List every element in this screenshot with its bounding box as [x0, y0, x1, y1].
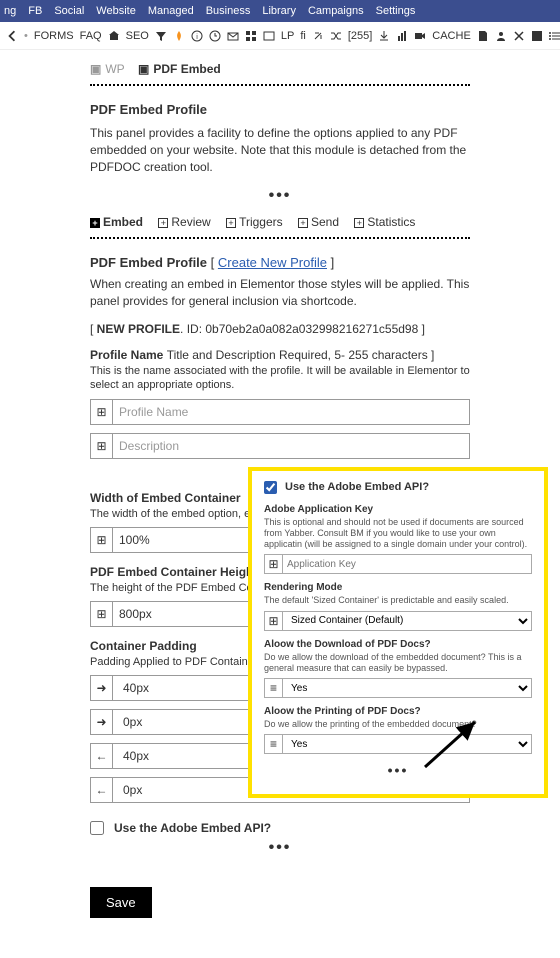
- expand-icon[interactable]: [90, 399, 112, 425]
- grid-icon[interactable]: [245, 30, 257, 42]
- overlay-render-help: The default 'Sized Container' is predict…: [264, 595, 532, 606]
- nav-item[interactable]: Social: [54, 5, 84, 17]
- tab-send[interactable]: +Send: [298, 215, 339, 229]
- nav-item[interactable]: FB: [28, 5, 42, 17]
- window-icon[interactable]: [263, 30, 275, 42]
- user-icon[interactable]: [495, 30, 507, 42]
- ellipsis-icon[interactable]: •••: [90, 839, 470, 857]
- clock-icon[interactable]: [209, 30, 221, 42]
- tab-statistics[interactable]: +Statistics: [354, 215, 415, 229]
- nav-item[interactable]: Website: [96, 5, 136, 17]
- close-icon[interactable]: [513, 30, 525, 42]
- info-icon[interactable]: i: [191, 30, 203, 42]
- nav-item[interactable]: Campaigns: [308, 5, 364, 17]
- toolbar: • FORMS FAQ SEO i LP fi [255] CACHE: [0, 22, 560, 50]
- tab-triggers[interactable]: +Triggers: [226, 215, 283, 229]
- list-icon[interactable]: [264, 678, 282, 698]
- bank-icon[interactable]: [108, 30, 120, 42]
- api-label: Use the Adobe Embed API?: [114, 821, 271, 835]
- section-desc: This panel provides a facility to define…: [90, 125, 470, 175]
- toolbar-cache[interactable]: CACHE: [432, 30, 471, 42]
- expand-icon[interactable]: [264, 611, 282, 631]
- arrow-right-icon[interactable]: ➜: [90, 675, 112, 701]
- save-button[interactable]: Save: [90, 887, 152, 918]
- nav-item[interactable]: Managed: [148, 5, 194, 17]
- expand-icon[interactable]: [90, 601, 112, 627]
- field-label-name: Profile Name Title and Description Requi…: [90, 348, 470, 362]
- breadcrumb: ▣WP ▣PDF Embed: [90, 62, 470, 76]
- overlay-print-help: Do we allow the printing of the embedded…: [264, 719, 532, 730]
- api-checkbox[interactable]: [90, 821, 104, 835]
- link-icon[interactable]: [312, 30, 324, 42]
- video-icon[interactable]: [414, 30, 426, 42]
- breadcrumb-pdf[interactable]: PDF Embed: [153, 62, 220, 76]
- page-icon[interactable]: [477, 30, 489, 42]
- arrow-left-icon[interactable]: ←: [90, 743, 112, 769]
- expand-icon[interactable]: [90, 527, 112, 553]
- toolbar-seo[interactable]: SEO: [126, 30, 149, 42]
- breadcrumb-wp[interactable]: WP: [105, 62, 124, 76]
- divider: [90, 84, 470, 86]
- tools-icon[interactable]: [531, 30, 543, 42]
- chart-icon[interactable]: [396, 30, 408, 42]
- expand-icon[interactable]: [90, 433, 112, 459]
- ellipsis-icon[interactable]: •••: [90, 187, 470, 205]
- description-input[interactable]: [112, 433, 470, 459]
- annotation-arrow: [420, 707, 490, 780]
- toolbar-faq[interactable]: FAQ: [80, 30, 102, 42]
- ellipsis-icon[interactable]: •••: [264, 762, 532, 778]
- create-profile-link[interactable]: Create New Profile: [218, 255, 327, 270]
- download-icon[interactable]: [378, 30, 390, 42]
- list-icon[interactable]: [549, 30, 560, 42]
- toolbar-fi[interactable]: fi: [300, 30, 306, 42]
- profile-id-line: [ NEW PROFILE. ID: 0b70eb2a0a082a0329982…: [90, 322, 470, 336]
- mail-icon[interactable]: [227, 30, 239, 42]
- arrow-left-icon[interactable]: ←: [90, 777, 112, 803]
- nav-item[interactable]: ng: [4, 5, 16, 17]
- toolbar-lp[interactable]: LP: [281, 30, 294, 42]
- flame-icon[interactable]: [173, 30, 185, 42]
- overlay-render-label: Rendering Mode: [264, 582, 532, 593]
- tab-review[interactable]: +Review: [158, 215, 210, 229]
- toolbar-forms[interactable]: FORMS: [34, 30, 74, 42]
- filter-icon[interactable]: [155, 30, 167, 42]
- arrow-right-icon[interactable]: ➜: [90, 709, 112, 735]
- field-help-name: This is the name associated with the pro…: [90, 364, 470, 393]
- back-icon[interactable]: [6, 30, 18, 42]
- overlay-render-select[interactable]: Sized Container (Default): [282, 611, 532, 631]
- profile-intro: When creating an embed in Elementor thos…: [90, 276, 470, 310]
- toolbar-sep: •: [24, 30, 28, 42]
- nav-item[interactable]: Business: [206, 5, 251, 17]
- overlay-print-label: Aloow the Printing of PDF Docs?: [264, 706, 532, 717]
- toolbar-count: [255]: [348, 30, 372, 42]
- nav-item[interactable]: Library: [262, 5, 296, 17]
- overlay-download-label: Aloow the Download of PDF Docs?: [264, 639, 532, 650]
- list-icon[interactable]: [264, 734, 282, 754]
- profile-name-input[interactable]: [112, 399, 470, 425]
- section-title: PDF Embed Profile: [90, 102, 470, 117]
- svg-text:i: i: [196, 34, 198, 41]
- overlay-download-help: Do we allow the download of the embedded…: [264, 652, 532, 675]
- tab-embed[interactable]: +Embed: [90, 215, 143, 229]
- shuffle-icon[interactable]: [330, 30, 342, 42]
- overlay-api-checkbox[interactable]: [264, 481, 277, 494]
- profile-heading: PDF Embed Profile [ Create New Profile ]: [90, 255, 470, 270]
- top-nav: ng FB Social Website Managed Business Li…: [0, 0, 560, 22]
- adobe-api-overlay: Use the Adobe Embed API? Adobe Applicati…: [248, 467, 548, 799]
- expand-icon[interactable]: [264, 554, 282, 574]
- overlay-appkey-help: This is optional and should not be used …: [264, 517, 532, 551]
- overlay-print-select[interactable]: Yes: [282, 734, 532, 754]
- overlay-appkey-label: Adobe Application Key: [264, 504, 532, 515]
- overlay-download-select[interactable]: Yes: [282, 678, 532, 698]
- nav-item[interactable]: Settings: [376, 5, 416, 17]
- tab-row: +Embed +Review +Triggers +Send +Statisti…: [90, 215, 470, 229]
- overlay-appkey-input[interactable]: [282, 554, 532, 574]
- divider: [90, 237, 470, 239]
- overlay-api-label: Use the Adobe Embed API?: [285, 481, 429, 493]
